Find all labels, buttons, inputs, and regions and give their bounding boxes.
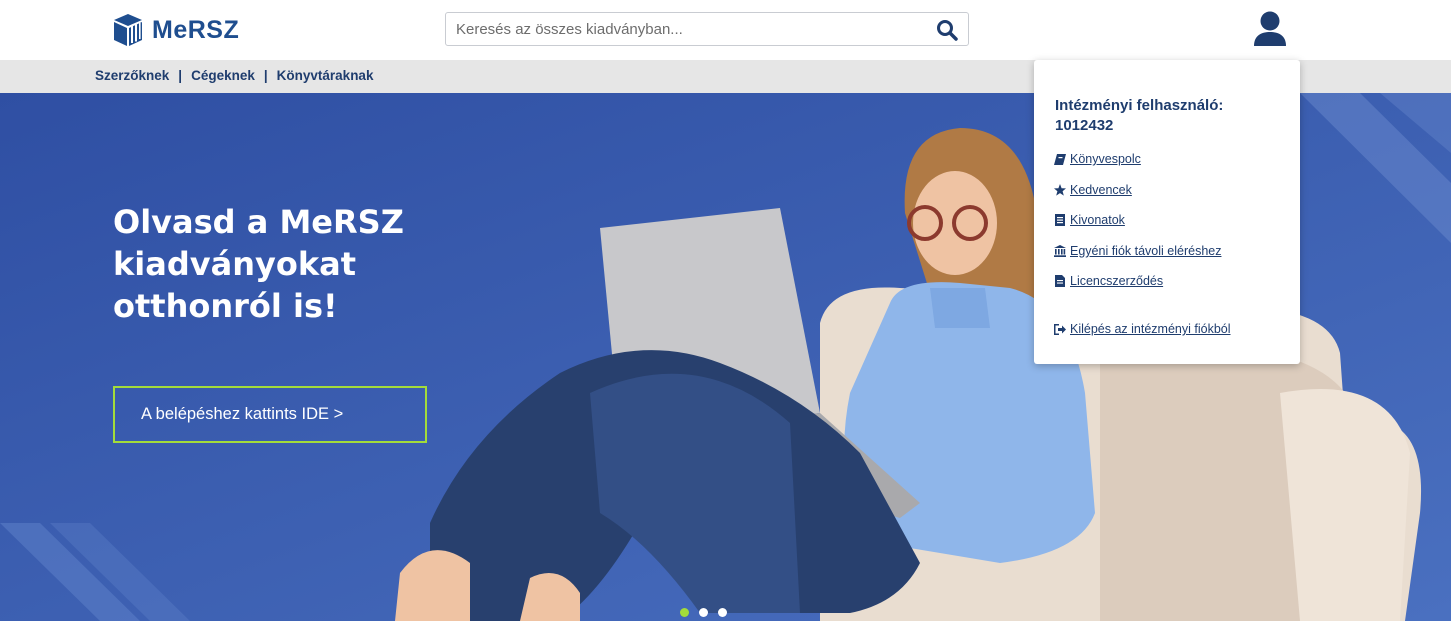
user-icon [1254, 11, 1286, 46]
menu-item-excerpts[interactable]: Kivonatok [1054, 213, 1125, 227]
menu-item-remote-access-account[interactable]: Egyéni fiók távoli eléréshez [1054, 244, 1221, 258]
carousel-dot-3[interactable] [718, 608, 727, 617]
carousel-dot-2[interactable] [699, 608, 708, 617]
menu-item-label: Egyéni fiók távoli eléréshez [1070, 244, 1222, 258]
nav-separator: | [263, 68, 268, 83]
nav-link-companies[interactable]: Cégeknek [191, 68, 255, 83]
menu-item-label: Kivonatok [1070, 213, 1125, 227]
menu-item-label: Könyvespolc [1070, 152, 1141, 166]
sign-out-icon [1054, 323, 1066, 335]
dropdown-title: Intézményi felhasználó: 1012432 [1055, 97, 1224, 134]
nav-separator: | [178, 68, 183, 83]
mersz-logo[interactable]: MeRSZ [112, 12, 239, 48]
book-stack-logo-icon [114, 14, 142, 46]
menu-item-logout[interactable]: Kilépés az intézményi fiókból [1054, 322, 1231, 336]
login-cta-button[interactable]: A belépéshez kattints IDE > [113, 386, 427, 443]
star-icon [1054, 184, 1066, 196]
carousel-indicators [680, 608, 727, 617]
menu-item-label: Licencszerződés [1070, 274, 1164, 288]
carousel-dot-1[interactable] [680, 608, 689, 617]
document-icon [1054, 275, 1066, 287]
search-icon [937, 20, 958, 41]
search-input[interactable] [446, 13, 916, 45]
menu-item-label: Kedvencek [1070, 183, 1132, 197]
site-header: MeRSZ [0, 0, 1451, 60]
user-menu-button[interactable] [1250, 10, 1290, 48]
search-button[interactable] [934, 17, 960, 43]
search-box [445, 12, 969, 46]
menu-item-license[interactable]: Licencszerződés [1054, 274, 1163, 288]
hero-heading: Olvasd a MeRSZ kiadványokat otthonról is… [113, 203, 404, 325]
menu-item-favorites[interactable]: Kedvencek [1054, 183, 1132, 197]
nav-link-libraries[interactable]: Könyvtáraknak [277, 68, 374, 83]
menu-item-bookshelf[interactable]: Könyvespolc [1054, 152, 1141, 166]
list-icon [1054, 214, 1066, 226]
menu-item-label: Kilépés az intézményi fiókból [1070, 322, 1231, 336]
nav-link-authors[interactable]: Szerzőknek [95, 68, 169, 83]
user-dropdown-menu: Intézményi felhasználó: 1012432 Könyvesp… [1034, 60, 1300, 364]
logo-text: MeRSZ [152, 15, 240, 44]
institution-icon [1054, 245, 1066, 257]
book-icon [1054, 153, 1066, 165]
